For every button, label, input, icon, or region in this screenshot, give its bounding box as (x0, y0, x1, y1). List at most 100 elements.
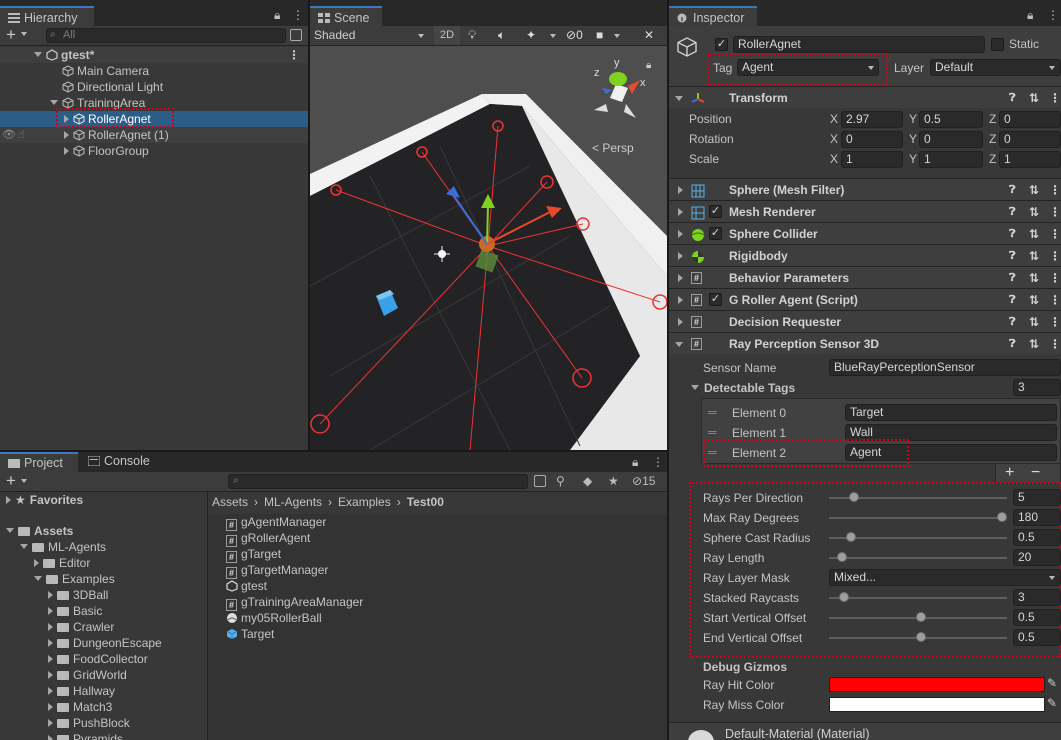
position-x-field[interactable]: 2.97 (841, 111, 903, 128)
scale-x-field[interactable]: 1 (841, 151, 903, 168)
tab-scene[interactable]: Scene (310, 6, 382, 26)
effects-icon[interactable]: ✦ (526, 28, 536, 42)
expand-icon[interactable] (20, 544, 28, 549)
collapsed-icon[interactable] (34, 559, 39, 567)
element-field[interactable]: Agent (845, 444, 1057, 461)
slider-value-field[interactable]: 180 (1013, 509, 1061, 526)
collapsed-icon[interactable] (64, 115, 69, 123)
preset-icon[interactable]: ⇅ (1029, 87, 1039, 109)
camera-icon[interactable]: ■ (596, 28, 603, 42)
enable-checkbox[interactable]: ✓ (709, 205, 722, 218)
component-header-behavior-parameters[interactable]: # Behavior Parameters ❓︎ ⇅ ⋮ (669, 266, 1061, 288)
collapsed-icon[interactable] (64, 147, 69, 155)
add-button[interactable]: + (6, 26, 16, 44)
create-dropdown-icon[interactable] (21, 479, 27, 483)
eyedropper-icon[interactable]: ✎ (1047, 696, 1057, 710)
tree-item[interactable]: Hallway (0, 683, 207, 699)
tree-item[interactable]: GridWorld (0, 667, 207, 683)
favorites-row[interactable]: ★ Favorites (0, 492, 207, 508)
hierarchy-item[interactable]: 👁︎ ☝︎ RollerAgnet (1) (0, 127, 308, 143)
help-icon[interactable]: ❓︎ (1009, 289, 1016, 311)
expand-icon[interactable] (34, 576, 42, 581)
tree-item-assets[interactable]: Assets (0, 523, 207, 539)
slider-knob[interactable] (845, 532, 856, 542)
collapsed-icon[interactable] (6, 496, 11, 504)
pickable-icon[interactable]: ☝︎ (18, 127, 25, 143)
help-icon[interactable]: ❓︎ (1009, 333, 1016, 355)
position-y-field[interactable]: 0.5 (919, 111, 983, 128)
filter-by-label-icon[interactable]: ⚲ (556, 474, 565, 488)
static-checkbox[interactable] (991, 38, 1004, 51)
component-header-ray-perception-sensor[interactable]: # Ray Perception Sensor 3D ❓︎ ⇅ ⋮ (669, 332, 1061, 354)
hidden-objects-icon[interactable]: ⊘0 (566, 28, 583, 42)
tree-item[interactable]: ML-Agents (0, 539, 207, 555)
file-item[interactable]: # gTrainingAreaManager (208, 594, 667, 611)
help-icon[interactable]: ❓︎ (1009, 87, 1016, 109)
tag-dropdown[interactable]: Agent (737, 59, 879, 76)
component-menu-icon[interactable]: ⋮ (1049, 201, 1061, 223)
lock-icon[interactable]: 🔒︎ (1027, 8, 1033, 23)
collapsed-icon[interactable] (48, 687, 53, 695)
component-header-decision-requester[interactable]: # Decision Requester ❓︎ ⇅ ⋮ (669, 310, 1061, 332)
collapsed-icon[interactable] (48, 623, 53, 631)
component-menu-icon[interactable]: ⋮ (1049, 245, 1061, 267)
scale-z-field[interactable]: 1 (999, 151, 1061, 168)
help-icon[interactable]: ❓︎ (1009, 201, 1016, 223)
file-item[interactable]: # gTarget (208, 546, 667, 563)
preset-icon[interactable]: ⇅ (1029, 245, 1039, 267)
collapsed-icon[interactable] (678, 252, 683, 260)
breadcrumb-item[interactable]: Examples (338, 495, 391, 509)
lock-icon[interactable]: 🔒︎ (632, 455, 638, 470)
remove-element-button[interactable]: − (1031, 464, 1040, 482)
help-icon[interactable]: ❓︎ (1009, 245, 1016, 267)
file-item[interactable]: # gTargetManager (208, 562, 667, 579)
component-header-mesh-filter[interactable]: Sphere (Mesh Filter) ❓︎ ⇅ ⋮ (669, 178, 1061, 200)
eyedropper-icon[interactable]: ✎ (1047, 676, 1057, 690)
more-menu-icon[interactable]: ⋮ (652, 455, 664, 469)
project-search-input[interactable] (228, 474, 528, 489)
tag-icon[interactable]: ◆ (583, 474, 592, 488)
tab-hierarchy[interactable]: Hierarchy (0, 6, 94, 26)
create-button[interactable]: + (6, 472, 16, 490)
component-menu-icon[interactable]: ⋮ (1049, 267, 1061, 289)
scene-viewport[interactable]: y z x < Persp 🔒︎ (310, 46, 667, 450)
slider-track[interactable] (829, 557, 1007, 559)
chevron-down-icon[interactable] (614, 34, 620, 38)
breadcrumb-item[interactable]: ML-Agents (264, 495, 322, 509)
component-menu-icon[interactable]: ⋮ (1049, 87, 1061, 109)
file-item[interactable]: my05RollerBall (208, 610, 667, 626)
help-icon[interactable]: ❓︎ (1009, 179, 1016, 201)
tree-item[interactable]: Match3 (0, 699, 207, 715)
position-z-field[interactable]: 0 (999, 111, 1061, 128)
component-menu-icon[interactable]: ⋮ (1049, 333, 1061, 355)
layer-dropdown[interactable]: Default (930, 59, 1061, 76)
expand-icon[interactable] (6, 528, 14, 533)
slider-value-field[interactable]: 20 (1013, 549, 1061, 566)
add-dropdown-icon[interactable] (21, 32, 27, 36)
drag-handle-icon[interactable]: ═ (708, 405, 717, 419)
shading-dropdown[interactable]: Shaded (314, 28, 430, 42)
audio-icon[interactable]: 🔈︎ (498, 28, 505, 43)
slider-knob[interactable] (849, 492, 860, 502)
tab-project[interactable]: Project (0, 452, 78, 472)
visibility-icon[interactable]: 👁︎ (2, 127, 16, 143)
preset-icon[interactable]: ⇅ (1029, 201, 1039, 223)
hierarchy-item[interactable]: Main Camera (0, 63, 308, 79)
slider-knob[interactable] (997, 512, 1007, 522)
search-by-type-icon[interactable] (534, 475, 546, 487)
active-checkbox[interactable]: ✓ (715, 38, 728, 51)
tools-icon[interactable]: ✕ (644, 28, 654, 42)
enable-checkbox[interactable]: ✓ (709, 293, 722, 306)
tree-item[interactable]: Pyramids (0, 731, 207, 740)
expand-icon[interactable] (34, 52, 42, 57)
collapsed-icon[interactable] (48, 591, 53, 599)
more-menu-icon[interactable]: ⋮ (1047, 8, 1059, 22)
help-icon[interactable]: ❓︎ (1009, 311, 1016, 333)
slider-knob[interactable] (837, 552, 848, 562)
collapsed-icon[interactable] (48, 735, 53, 740)
tree-item[interactable]: Crawler (0, 619, 207, 635)
collapsed-icon[interactable] (48, 639, 53, 647)
component-header-sphere-collider[interactable]: ✓ Sphere Collider ❓︎ ⇅ ⋮ (669, 222, 1061, 244)
slider-knob[interactable] (839, 592, 850, 602)
collapsed-icon[interactable] (64, 131, 69, 139)
